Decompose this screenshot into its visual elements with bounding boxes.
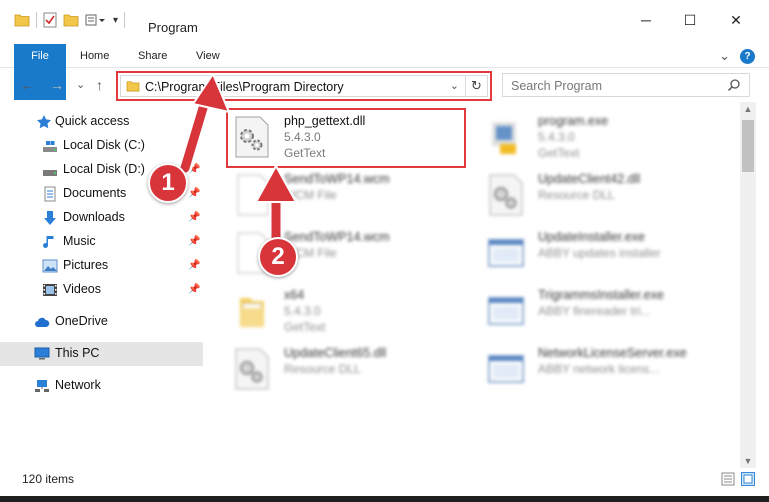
- step-2-badge: 2: [258, 237, 298, 277]
- annotation-arrows: [178, 73, 297, 245]
- arrow-step-1: [178, 73, 230, 175]
- window-bottom-border: [0, 496, 769, 502]
- step-1-badge: 1: [148, 163, 188, 203]
- arrow-step-2: [255, 165, 297, 245]
